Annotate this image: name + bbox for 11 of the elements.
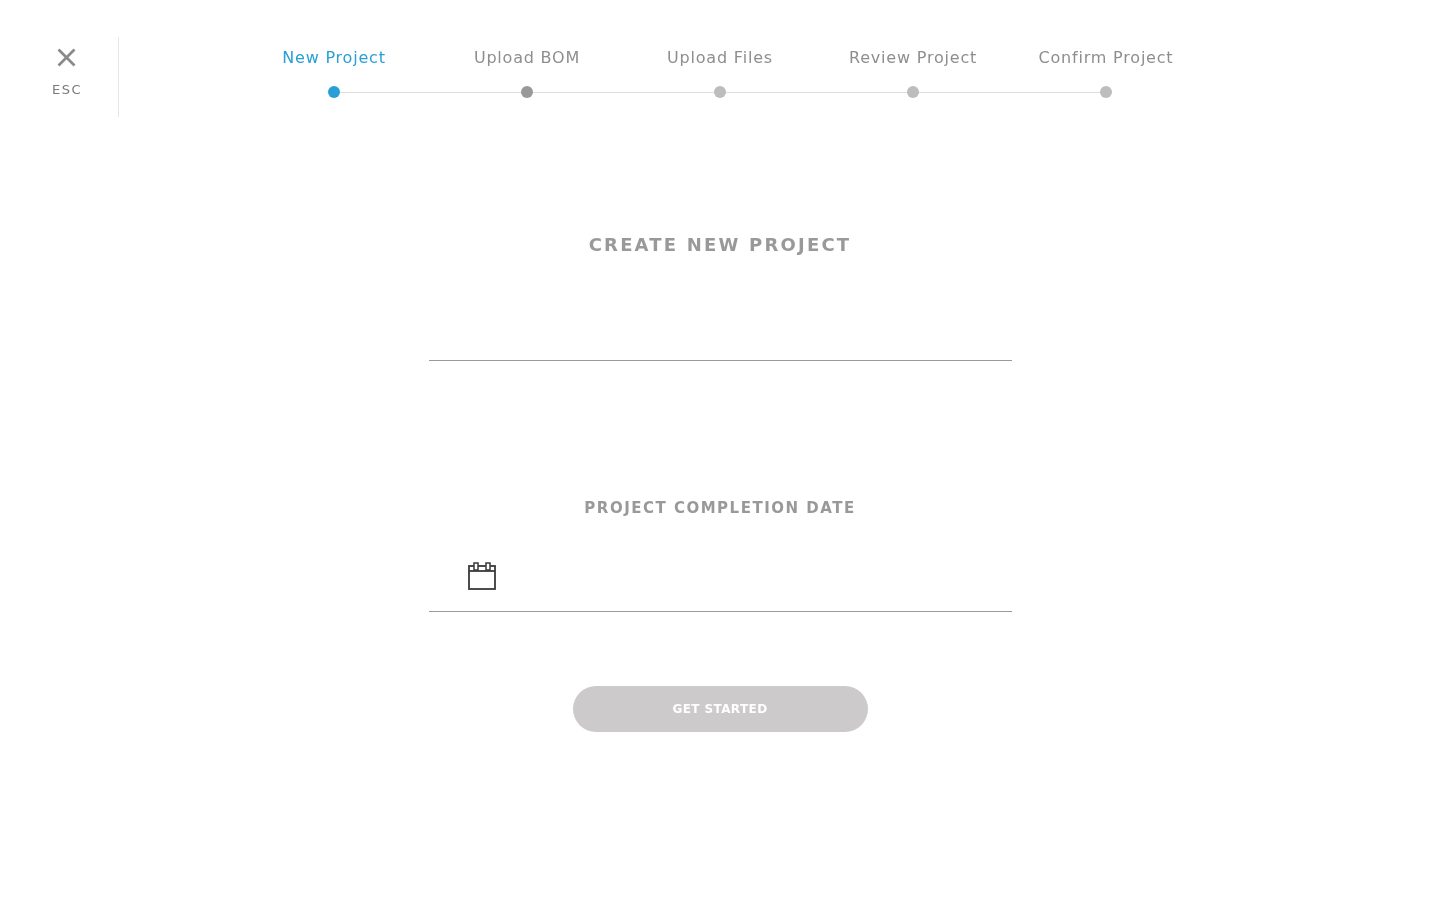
step-label[interactable]: Upload BOM (473, 48, 581, 68)
step-label[interactable]: Confirm Project (1038, 48, 1174, 68)
step-label[interactable]: New Project (282, 48, 386, 68)
step-label[interactable]: Review Project (848, 48, 978, 68)
field-label: PROJECT COMPLETION DATE (583, 498, 857, 519)
calendar-icon[interactable] (467, 562, 496, 590)
step-label[interactable]: Upload Files (667, 48, 773, 68)
date-field[interactable] (428, 561, 1012, 612)
close-button[interactable]: ESC (51, 48, 82, 98)
close-icon (57, 48, 77, 67)
form-title: CREATE NEW PROJECT (587, 233, 853, 257)
